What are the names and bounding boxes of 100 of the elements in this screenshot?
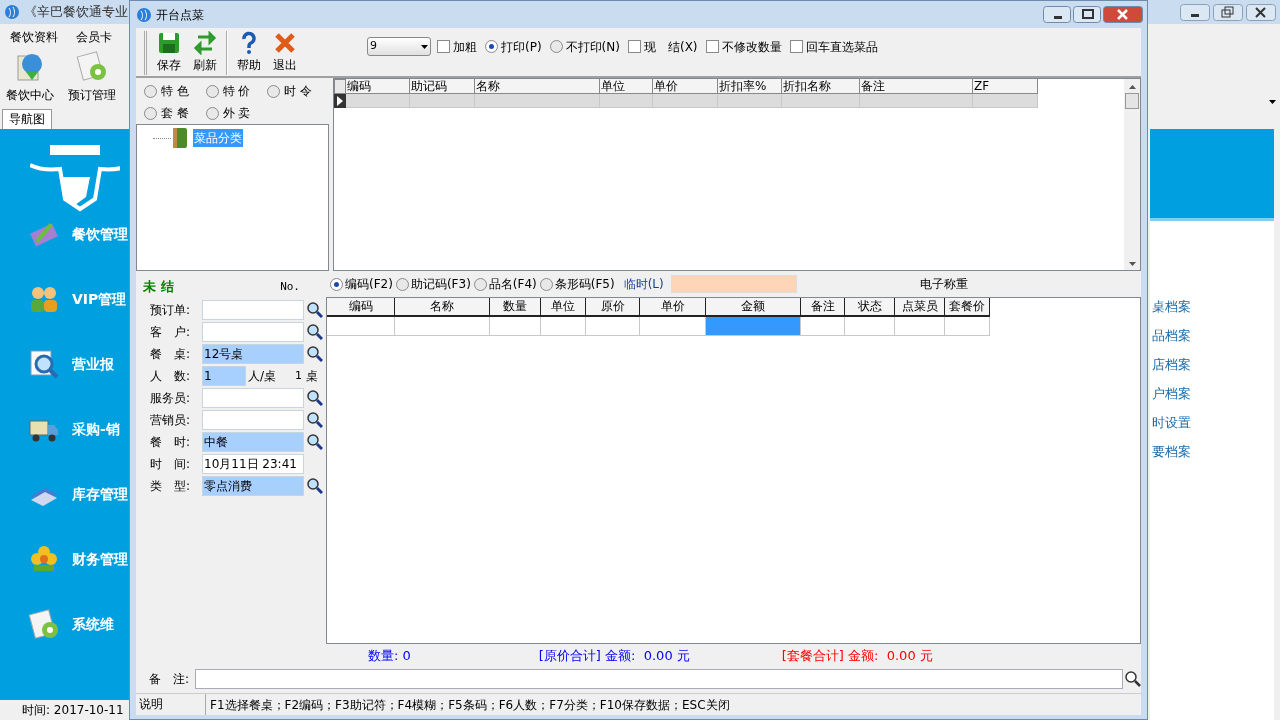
minimize-button[interactable]: [1043, 6, 1071, 23]
nav-link[interactable]: 要档案: [1152, 443, 1274, 461]
close-button[interactable]: [1246, 3, 1276, 21]
table-cell[interactable]: [586, 317, 640, 336]
restore-button[interactable]: [1213, 3, 1243, 21]
navigation-tab[interactable]: 导航图: [2, 109, 52, 129]
radio-button[interactable]: [205, 84, 219, 98]
table-cell[interactable]: [895, 317, 945, 336]
toolbar-button[interactable]: 餐饮中心: [6, 50, 54, 104]
search-icon[interactable]: [307, 434, 323, 450]
table-cell[interactable]: [782, 94, 860, 108]
table-cell[interactable]: [541, 317, 586, 336]
radio-button[interactable]: [205, 106, 219, 120]
table-cell[interactable]: [945, 317, 990, 336]
input-field[interactable]: [202, 300, 304, 320]
search-icon[interactable]: [1125, 671, 1141, 687]
column-header[interactable]: 原价: [586, 298, 640, 317]
radio-button[interactable]: [473, 277, 487, 291]
nav-link[interactable]: 户档案: [1152, 385, 1274, 403]
column-header[interactable]: 单位: [541, 298, 586, 317]
table-cell[interactable]: [706, 317, 801, 336]
input-field[interactable]: 中餐: [202, 432, 304, 452]
toolbar-button[interactable]: 帮助: [231, 31, 267, 74]
search-icon[interactable]: [307, 324, 323, 340]
caret-icon: [421, 44, 428, 49]
column-header[interactable]: 单价: [640, 298, 706, 317]
column-header[interactable]: 单位: [600, 79, 653, 94]
input-field[interactable]: 10月11日 23:41: [202, 454, 304, 474]
toolbar-button[interactable]: 退出: [267, 31, 303, 74]
table-cell[interactable]: [653, 94, 718, 108]
checkbox[interactable]: [789, 40, 803, 53]
column-header[interactable]: 备注: [801, 298, 845, 317]
close-button[interactable]: [1103, 6, 1143, 23]
table-cell[interactable]: [801, 317, 845, 336]
search-icon[interactable]: [307, 302, 323, 318]
search-icon[interactable]: [307, 390, 323, 406]
table-cell[interactable]: [845, 317, 895, 336]
table-cell[interactable]: [973, 94, 1038, 108]
radio-button[interactable]: [539, 277, 553, 291]
maximize-button[interactable]: [1073, 6, 1101, 23]
column-header[interactable]: 助记码: [410, 79, 475, 94]
font-size-dropdown[interactable]: 9: [367, 37, 431, 56]
column-header[interactable]: 折扣率%: [718, 79, 782, 94]
scroll-bar[interactable]: [1124, 79, 1140, 270]
remark-field[interactable]: [195, 669, 1123, 689]
radio-button[interactable]: [485, 40, 498, 53]
radio-button[interactable]: [330, 277, 343, 291]
column-header[interactable]: ZF: [973, 79, 1038, 94]
menu-item[interactable]: 会员卡: [76, 27, 112, 47]
column-header[interactable]: 套餐价: [945, 298, 990, 317]
input-field[interactable]: [202, 322, 304, 342]
menu-item[interactable]: 餐饮资料: [10, 27, 58, 47]
input-field[interactable]: 1: [202, 366, 246, 386]
table-cell[interactable]: [346, 94, 410, 108]
toolbar-button[interactable]: 预订管理: [68, 50, 116, 104]
column-header[interactable]: 单价: [653, 79, 718, 94]
radio-button[interactable]: [395, 277, 409, 291]
dropdown-arrow-icon[interactable]: [1269, 100, 1276, 104]
minimize-button[interactable]: [1180, 3, 1210, 21]
column-header[interactable]: 编码: [327, 298, 395, 317]
table-cell[interactable]: [718, 94, 782, 108]
input-field[interactable]: [202, 388, 304, 408]
input-field[interactable]: 零点消费: [202, 476, 304, 496]
radio-button[interactable]: [267, 84, 281, 98]
checkbox[interactable]: [705, 40, 719, 53]
checkbox[interactable]: [627, 40, 641, 53]
table-cell[interactable]: [600, 94, 653, 108]
column-header[interactable]: 名称: [475, 79, 600, 94]
column-header[interactable]: 金额: [706, 298, 801, 317]
toolbar-button[interactable]: 刷新: [187, 31, 223, 74]
toolbar-button[interactable]: 保存: [151, 31, 187, 74]
search-icon[interactable]: [307, 346, 323, 362]
radio-button[interactable]: [144, 106, 157, 120]
table-cell[interactable]: [395, 317, 490, 336]
table-cell[interactable]: [475, 94, 600, 108]
table-cell[interactable]: [490, 317, 541, 336]
nav-link[interactable]: 时设置: [1152, 414, 1274, 432]
radio-button[interactable]: [144, 84, 157, 98]
scroll-thumb[interactable]: [1125, 93, 1139, 109]
input-field[interactable]: [202, 410, 304, 430]
column-header[interactable]: 名称: [395, 298, 490, 317]
nav-link[interactable]: 桌档案: [1152, 298, 1274, 316]
input-field[interactable]: 12号桌: [202, 344, 304, 364]
column-header[interactable]: 折扣名称: [782, 79, 860, 94]
checkbox[interactable]: [437, 40, 450, 53]
column-header[interactable]: 状态: [845, 298, 895, 317]
search-icon[interactable]: [307, 412, 323, 428]
column-header[interactable]: 数量: [490, 298, 541, 317]
table-cell[interactable]: [860, 94, 973, 108]
temporary-field[interactable]: [670, 275, 797, 293]
radio-button[interactable]: [549, 40, 563, 53]
nav-link[interactable]: 品档案: [1152, 327, 1274, 345]
column-header[interactable]: 点菜员: [895, 298, 945, 317]
search-icon[interactable]: [307, 478, 323, 494]
table-cell[interactable]: [640, 317, 706, 336]
table-cell[interactable]: [327, 317, 395, 336]
column-header[interactable]: 编码: [346, 79, 410, 94]
table-cell[interactable]: [410, 94, 475, 108]
column-header[interactable]: 备注: [860, 79, 973, 94]
nav-link[interactable]: 店档案: [1152, 356, 1274, 374]
